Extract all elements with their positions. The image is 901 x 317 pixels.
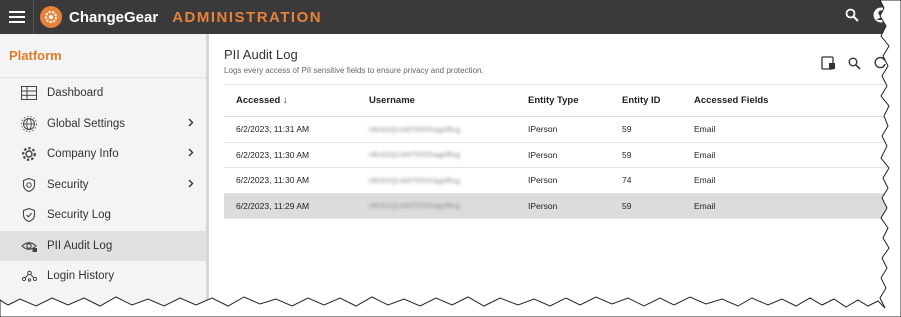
cell-accessed-fields: Email — [694, 200, 716, 211]
globe-icon — [20, 115, 38, 133]
sidebar-item-label: Login History — [47, 270, 115, 283]
cell-username: HEADQUARTERS\ageffing — [369, 150, 461, 160]
chevron-right-icon — [188, 118, 194, 130]
table-row[interactable]: 6/2/2023, 11:31 AM HEADQUARTERS\ageffing… — [224, 117, 901, 143]
cell-entity-id: 59 — [622, 149, 632, 160]
gear-icon — [20, 145, 38, 163]
cell-accessed-fields: Email — [694, 149, 716, 160]
table-grid-icon — [20, 84, 38, 102]
cell-accessed: 6/2/2023, 11:29 AM — [236, 200, 310, 211]
refresh-icon[interactable] — [873, 56, 887, 75]
sidebar-item-label: Dashboard — [47, 87, 104, 100]
cell-accessed: 6/2/2023, 11:31 AM — [236, 124, 310, 135]
cell-entity-id: 59 — [622, 200, 632, 211]
shield-check-icon — [20, 206, 38, 224]
sidebar-item-security-log[interactable]: Security Log — [0, 200, 206, 231]
table-header: Accessed ↓ Username Entity Type Entity I… — [224, 85, 901, 117]
column-header-username[interactable]: Username — [369, 95, 528, 106]
cell-accessed: 6/2/2023, 11:30 AM — [236, 175, 310, 186]
cell-entity-id: 74 — [622, 175, 632, 186]
cell-entity-id: 59 — [622, 124, 632, 135]
eye-lock-icon — [20, 237, 38, 255]
app-name[interactable]: ChangeGear — [69, 9, 158, 26]
page-title: PII Audit Log — [224, 47, 298, 62]
sidebar-item-security[interactable]: Security — [0, 170, 206, 201]
chevron-right-icon — [188, 148, 194, 160]
cell-entity-type: IPerson — [528, 175, 558, 186]
column-header-entity-id[interactable]: Entity ID — [622, 95, 694, 106]
cell-entity-type: IPerson — [528, 200, 558, 211]
table-row[interactable]: 6/2/2023, 11:30 AM HEADQUARTERS\ageffing… — [224, 143, 901, 168]
search-icon[interactable] — [845, 8, 859, 27]
audit-log-table: Accessed ↓ Username Entity Type Entity I… — [224, 84, 901, 219]
chevron-right-icon — [188, 179, 194, 191]
cell-accessed: 6/2/2023, 11:30 AM — [236, 149, 310, 160]
sidebar-title: Platform — [0, 34, 206, 78]
top-bar: ChangeGear ADMINISTRATION — [0, 0, 901, 34]
network-icon — [20, 267, 38, 285]
column-header-entity-type[interactable]: Entity Type — [528, 95, 622, 106]
cell-accessed-fields: Email — [694, 175, 716, 186]
table-row[interactable]: 6/2/2023, 11:29 AM HEADQUARTERS\ageffing… — [224, 193, 901, 219]
sidebar-item-dashboard[interactable]: Dashboard — [0, 78, 206, 109]
sidebar-item-label: Global Settings — [47, 117, 125, 130]
cell-entity-type: IPerson — [528, 124, 558, 135]
sidebar-item-global-settings[interactable]: Global Settings — [0, 109, 206, 140]
cell-username: HEADQUARTERS\ageffing — [369, 201, 461, 211]
sidebar-item-company-info[interactable]: Company Info — [0, 139, 206, 170]
user-account-icon[interactable] — [873, 7, 889, 28]
cell-username: HEADQUARTERS\ageffing — [369, 175, 461, 185]
column-header-accessed[interactable]: Accessed ↓ — [224, 95, 369, 106]
cell-username: HEADQUARTERS\ageffing — [369, 124, 461, 134]
column-chooser-icon[interactable] — [821, 56, 836, 75]
sidebar-item-pii-audit-log[interactable]: PII Audit Log — [0, 230, 206, 261]
sidebar-item-label: Security Log — [47, 209, 111, 222]
section-title: ADMINISTRATION — [172, 8, 323, 26]
sidebar-item-label: PII Audit Log — [47, 239, 113, 252]
gear-logo-icon — [40, 6, 62, 28]
column-header-accessed-fields[interactable]: Accessed Fields — [694, 95, 834, 106]
sidebar-item-label: Security — [47, 178, 89, 191]
shield-icon — [20, 176, 38, 194]
cell-accessed-fields: Email — [694, 124, 716, 135]
page-subtitle: Logs every access of PII sensitive field… — [224, 66, 484, 75]
sidebar: Platform Dashboard Global Settings Compa… — [0, 34, 209, 317]
menu-icon[interactable] — [0, 0, 34, 34]
sidebar-item-login-history[interactable]: Login History — [0, 261, 206, 292]
search-icon[interactable] — [848, 57, 861, 75]
sidebar-item-label: Company Info — [47, 148, 119, 161]
table-row[interactable]: 6/2/2023, 11:30 AM HEADQUARTERS\ageffing… — [224, 168, 901, 194]
main-panel: PII Audit Log Logs every access of PII s… — [212, 34, 901, 317]
cell-entity-type: IPerson — [528, 149, 558, 160]
